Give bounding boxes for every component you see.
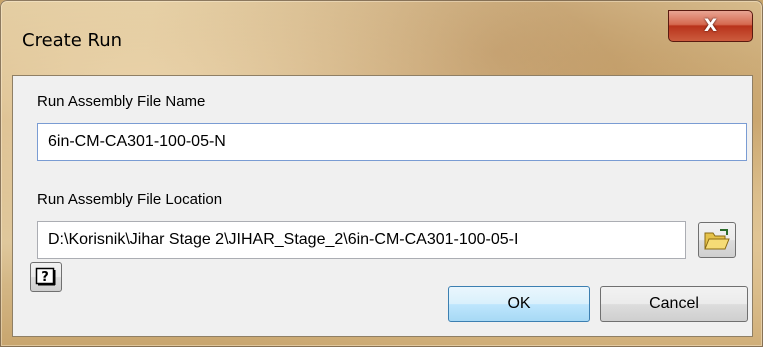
file-location-input[interactable]: D:\Korisnik\Jihar Stage 2\JIHAR_Stage_2\…	[37, 221, 686, 259]
folder-open-icon	[704, 229, 730, 250]
dialog-content: Run Assembly File Name 6in-CM-CA301-100-…	[12, 75, 753, 337]
file-location-label: Run Assembly File Location	[37, 191, 223, 208]
ok-button[interactable]: OK	[448, 286, 590, 322]
close-button[interactable]: X	[668, 10, 753, 42]
close-icon: X	[703, 16, 718, 36]
svg-text:?: ?	[41, 270, 49, 285]
file-name-input[interactable]: 6in-CM-CA301-100-05-N	[37, 123, 747, 161]
help-icon: ?	[35, 267, 56, 286]
file-name-label: Run Assembly File Name	[37, 93, 206, 110]
dialog-title: Create Run	[22, 30, 123, 51]
create-run-dialog: Create Run X Run Assembly File Name 6in-…	[0, 0, 763, 347]
browse-folder-button[interactable]	[698, 222, 736, 258]
cancel-button[interactable]: Cancel	[600, 286, 748, 322]
help-button[interactable]: ?	[30, 262, 62, 292]
